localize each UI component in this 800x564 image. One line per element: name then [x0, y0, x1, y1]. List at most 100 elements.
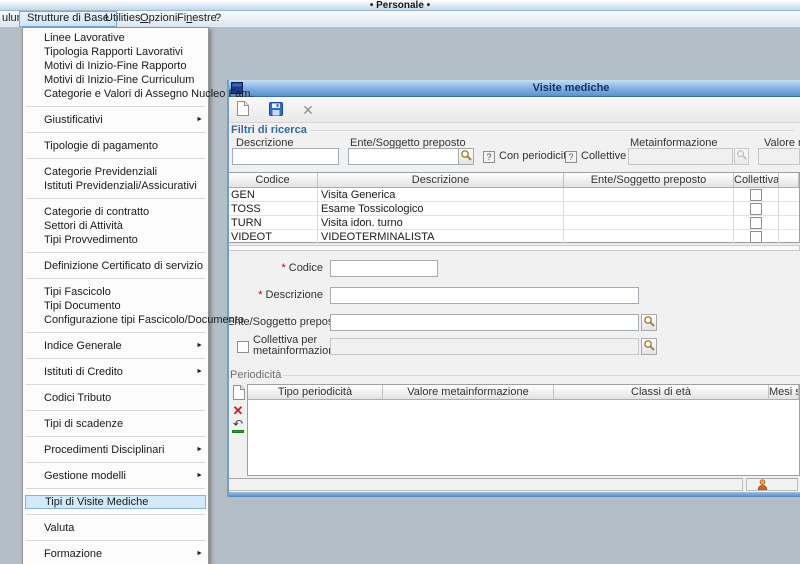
periodicita-delete-row-button[interactable]: ✕ — [229, 402, 247, 418]
form-collettiva-checkbox[interactable] — [237, 341, 249, 353]
column-header-mesi[interactable]: Mesi s — [769, 385, 799, 400]
menu-item-giustificativi[interactable]: Giustificativi► — [23, 113, 208, 127]
form-metainformazione-search-button[interactable] — [641, 338, 657, 355]
menu-item-configurazione-tipi-fascicolo-documento[interactable]: Configurazione tipi Fascicolo/Documento — [23, 313, 208, 327]
column-header-collettiva[interactable]: Collettiva — [734, 173, 779, 188]
table-row[interactable]: GEN Visita Generica — [228, 188, 799, 202]
form-descrizione-input[interactable] — [330, 287, 639, 304]
statusbar-user-panel — [746, 478, 798, 491]
menu-item-label: Valuta — [44, 522, 74, 534]
table-row[interactable]: TOSS Esame Tossicologico — [228, 202, 799, 216]
menu-item-label: Categorie di contratto — [44, 206, 149, 218]
menu-separator — [23, 153, 208, 165]
menu-separator — [23, 327, 208, 339]
menu-item-label: Istituti Previdenziali/Assicurativi — [44, 180, 197, 192]
menubar-item-help[interactable]: ? — [208, 11, 228, 27]
menu-item-indice-generale[interactable]: Indice Generale ► — [23, 339, 208, 353]
menu-item-formazione[interactable]: Formazione► — [23, 547, 208, 561]
form-ente-input[interactable] — [330, 314, 639, 331]
close-button[interactable]: ✕ — [296, 100, 320, 120]
filter-descrizione-input[interactable] — [232, 148, 339, 165]
horizontal-scrollbar[interactable] — [227, 245, 800, 251]
column-header-tipo-periodicita[interactable]: Tipo periodicità — [248, 385, 383, 400]
cell-descrizione: Visita idon. turno — [318, 216, 564, 230]
search-icon — [643, 315, 656, 328]
search-icon — [736, 149, 748, 161]
menu-item-valuta[interactable]: Valuta — [23, 521, 208, 535]
cell-spacer — [779, 216, 799, 230]
table-row[interactable]: TURN Visita idon. turno — [228, 216, 799, 230]
menu-item-label: Tipologia Rapporti Lavorativi — [44, 46, 183, 58]
label-text: Descrizione — [266, 289, 323, 301]
submenu-arrow-icon: ► — [196, 469, 203, 483]
form-collettiva-label: Collettiva per metainformazione — [253, 335, 327, 357]
table-row[interactable]: VIDEOT VIDEOTERMINALISTA — [228, 230, 799, 244]
periodicita-empty-area — [248, 400, 799, 475]
submenu-arrow-icon: ► — [196, 365, 203, 379]
menu-item-motivi-inizio-fine-curriculum[interactable]: Motivi di Inizio-Fine Curriculum — [23, 73, 208, 87]
new-record-button[interactable] — [230, 100, 254, 120]
menu-item-istituti-previdenziali-assicurativi[interactable]: Istituti Previdenziali/Assicurativi — [23, 179, 208, 193]
filter-ente-input[interactable] — [348, 148, 459, 165]
cell-codice: GEN — [228, 188, 318, 202]
search-icon — [643, 339, 656, 352]
row-collettiva-checkbox[interactable] — [750, 231, 762, 243]
menubar-item-label: ? — [215, 12, 221, 24]
periodicita-add-row-button[interactable] — [229, 385, 247, 401]
cell-collettiva — [734, 230, 779, 244]
filter-ente-search-button[interactable] — [458, 148, 474, 165]
menu-item-categorie-previdenziali[interactable]: Categorie Previdenziali — [23, 165, 208, 179]
row-collettiva-checkbox[interactable] — [750, 189, 762, 201]
menu-item-label: Giustificativi — [44, 114, 103, 126]
save-button[interactable] — [264, 100, 288, 120]
collettive-checkbox[interactable]: ? — [565, 151, 577, 163]
row-collettiva-checkbox[interactable] — [750, 203, 762, 215]
menu-item-procedimenti-disciplinari[interactable]: Procedimenti Disciplinari► — [23, 443, 208, 457]
menu-item-label: Categorie Previdenziali — [44, 166, 157, 178]
menu-item-label: Codici Tributo — [44, 392, 111, 404]
menu-separator — [23, 247, 208, 259]
form-codice-input[interactable] — [330, 260, 438, 277]
periodicita-undo-button[interactable]: ↶ — [229, 418, 247, 434]
menu-item-tipi-provvedimento[interactable]: Tipi Provvedimento — [23, 233, 208, 247]
periodicita-table: Tipo periodicità Valore metainformazione… — [247, 384, 800, 476]
menu-item-tipologie-di-pagamento[interactable]: Tipologie di pagamento — [23, 139, 208, 153]
menu-item-definizione-certificato-di-servizio[interactable]: Definizione Certificato di servizio — [23, 259, 208, 273]
cell-descrizione: Visita Generica — [318, 188, 564, 202]
menu-separator — [23, 353, 208, 365]
row-collettiva-checkbox[interactable] — [750, 217, 762, 229]
menu-item-linee-lavorative[interactable]: Linee Lavorative — [23, 31, 208, 45]
filters-section-label: Filtri di ricerca — [231, 124, 307, 136]
menu-item-codici-tributo[interactable]: Codici Tributo — [23, 391, 208, 405]
menu-item-tipi-di-visite-mediche[interactable]: Tipi di Visite Mediche — [25, 495, 206, 509]
menu-item-categorie-di-contratto[interactable]: Categorie di contratto — [23, 205, 208, 219]
menu-item-categorie-valori-assegno-nucleo-fam[interactable]: Categorie e Valori di Assegno Nucleo Fam… — [23, 87, 208, 101]
column-header-ente[interactable]: Ente/Soggetto preposto — [564, 173, 734, 188]
column-header-classi-di-eta[interactable]: Classi di età — [554, 385, 769, 400]
visite-mediche-window: Visite mediche ✕ Filtri di ricerca Descr… — [227, 80, 800, 497]
menu-item-istituti-di-credito[interactable]: Istituti di Credito► — [23, 365, 208, 379]
menu-item-label: Indice Generale — [44, 340, 122, 352]
submenu-arrow-icon: ► — [196, 547, 203, 561]
submenu-arrow-icon: ► — [196, 339, 203, 353]
menu-item-label: Categorie e Valori di Assegno Nucleo Fam… — [44, 88, 254, 100]
app-titlebar[interactable]: • Personale • — [0, 0, 800, 11]
column-header-codice[interactable]: Codice — [228, 173, 318, 188]
cell-descrizione: Esame Tossicologico — [318, 202, 564, 216]
column-header-valore-metainformazione[interactable]: Valore metainformazione — [383, 385, 554, 400]
menubar-item-label: Strutture di Base — [27, 12, 109, 24]
column-header-descrizione[interactable]: Descrizione — [318, 173, 564, 188]
menu-item-tipi-di-scadenze[interactable]: Tipi di scadenze — [23, 417, 208, 431]
menu-item-settori-di-attivita[interactable]: Settori di Attività — [23, 219, 208, 233]
menu-item-tipi-fascicolo[interactable]: Tipi Fascicolo — [23, 285, 208, 299]
menu-separator — [23, 535, 208, 547]
menu-item-motivi-inizio-fine-rapporto[interactable]: Motivi di Inizio-Fine Rapporto — [23, 59, 208, 73]
menu-item-tipi-documento[interactable]: Tipi Documento — [23, 299, 208, 313]
con-periodicita-checkbox[interactable]: ? — [483, 151, 495, 163]
form-ente-search-button[interactable] — [641, 314, 657, 331]
cell-spacer — [779, 188, 799, 202]
menu-item-tipologia-rapporti-lavorativi[interactable]: Tipologia Rapporti Lavorativi — [23, 45, 208, 59]
menu-item-label: Motivi di Inizio-Fine Curriculum — [44, 74, 194, 86]
window-titlebar[interactable]: Visite mediche — [227, 80, 800, 97]
menu-item-gestione-modelli[interactable]: Gestione modelli► — [23, 469, 208, 483]
